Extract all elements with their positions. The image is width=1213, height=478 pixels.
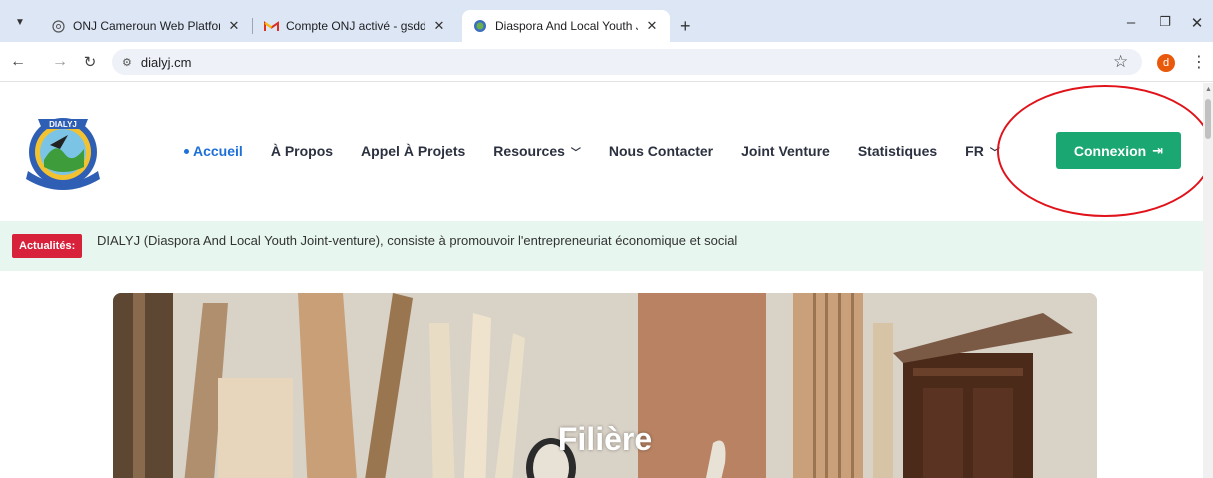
dialyj-logo[interactable]: DIALYJ bbox=[20, 105, 106, 191]
profile-avatar[interactable]: d bbox=[1157, 54, 1175, 72]
tab-title: Diaspora And Local Youth Joint bbox=[495, 19, 638, 33]
language-label: FR bbox=[965, 143, 984, 159]
new-tab-plus-icon[interactable]: + bbox=[680, 16, 691, 37]
tab-title: ONJ Cameroun Web Platform bbox=[73, 19, 220, 33]
nav-accueil[interactable]: Accueil bbox=[184, 143, 243, 159]
page-scrollbar[interactable]: ▲ bbox=[1203, 83, 1213, 478]
hero-title: Filière bbox=[557, 421, 653, 457]
bookmark-star-icon[interactable]: ☆ bbox=[1113, 52, 1128, 72]
minimize-icon[interactable]: – bbox=[1121, 14, 1141, 31]
site-settings-icon[interactable]: ⚙ bbox=[122, 56, 132, 69]
tab-title: Compte ONJ activé - gsddialyj@ bbox=[286, 19, 425, 33]
tab-search-chevron-icon[interactable]: ▼ bbox=[10, 12, 30, 32]
url-bar[interactable]: ⚙ dialyj.cm bbox=[112, 49, 1142, 75]
nav-a-propos[interactable]: À Propos bbox=[271, 143, 333, 159]
back-arrow-icon[interactable]: ← bbox=[8, 53, 28, 71]
nav-appel-a-projets[interactable]: Appel À Projets bbox=[361, 143, 465, 159]
url-text: dialyj.cm bbox=[140, 54, 192, 70]
nav-resources[interactable]: Resources ﹀ bbox=[493, 143, 581, 159]
reload-icon[interactable]: ↻ bbox=[80, 53, 100, 71]
close-tab-icon[interactable]: ✕ bbox=[644, 18, 660, 34]
forward-arrow-icon[interactable]: → bbox=[50, 53, 70, 71]
tab-gmail[interactable]: Compte ONJ activé - gsddialyj@ ✕ bbox=[253, 10, 457, 42]
nav-statistiques[interactable]: Statistiques bbox=[858, 143, 937, 159]
nav-resources-label: Resources bbox=[493, 143, 565, 159]
scrollbar-thumb[interactable] bbox=[1205, 99, 1211, 139]
gmail-icon bbox=[263, 18, 279, 34]
news-ticker: Actualités: DIALYJ (Diaspora And Local Y… bbox=[0, 221, 1203, 271]
restore-icon[interactable]: ❐ bbox=[1155, 14, 1175, 30]
nav-nous-contacter[interactable]: Nous Contacter bbox=[609, 143, 713, 159]
site-logo-icon bbox=[472, 18, 488, 34]
web-page: DIALYJ Accueil À Propos Appel À Projets … bbox=[0, 83, 1203, 478]
language-selector[interactable]: FR ﹀ bbox=[965, 143, 1000, 159]
close-window-icon[interactable]: ✕ bbox=[1187, 14, 1207, 32]
tab-dialyj[interactable]: Diaspora And Local Youth Joint ✕ bbox=[462, 10, 670, 42]
logo-text: DIALYJ bbox=[49, 120, 77, 129]
nav-joint-venture[interactable]: Joint Venture bbox=[741, 143, 830, 159]
close-tab-icon[interactable]: ✕ bbox=[431, 18, 447, 34]
news-badge: Actualités: bbox=[12, 234, 83, 258]
chevron-down-icon: ﹀ bbox=[570, 147, 581, 159]
scroll-up-arrow-icon[interactable]: ▲ bbox=[1205, 86, 1212, 93]
browser-toolbar: ← → ↻ ⚙ dialyj.cm ☆ d ⋮ bbox=[0, 42, 1213, 82]
close-tab-icon[interactable]: ✕ bbox=[226, 18, 242, 34]
main-navigation: Accueil À Propos Appel À Projets Resourc… bbox=[184, 141, 1028, 161]
browser-tab-bar: ▼ ONJ Cameroun Web Platform ✕ Compte ONJ… bbox=[0, 0, 1213, 42]
red-annotation-circle bbox=[997, 85, 1203, 217]
tab-onj-platform[interactable]: ONJ Cameroun Web Platform ✕ bbox=[40, 10, 252, 42]
hero-banner: Filière bbox=[113, 293, 1097, 478]
browser-menu-icon[interactable]: ⋮ bbox=[1191, 52, 1207, 72]
news-text[interactable]: DIALYJ (Diaspora And Local Youth Joint-v… bbox=[97, 233, 737, 248]
globe-icon bbox=[50, 18, 66, 34]
